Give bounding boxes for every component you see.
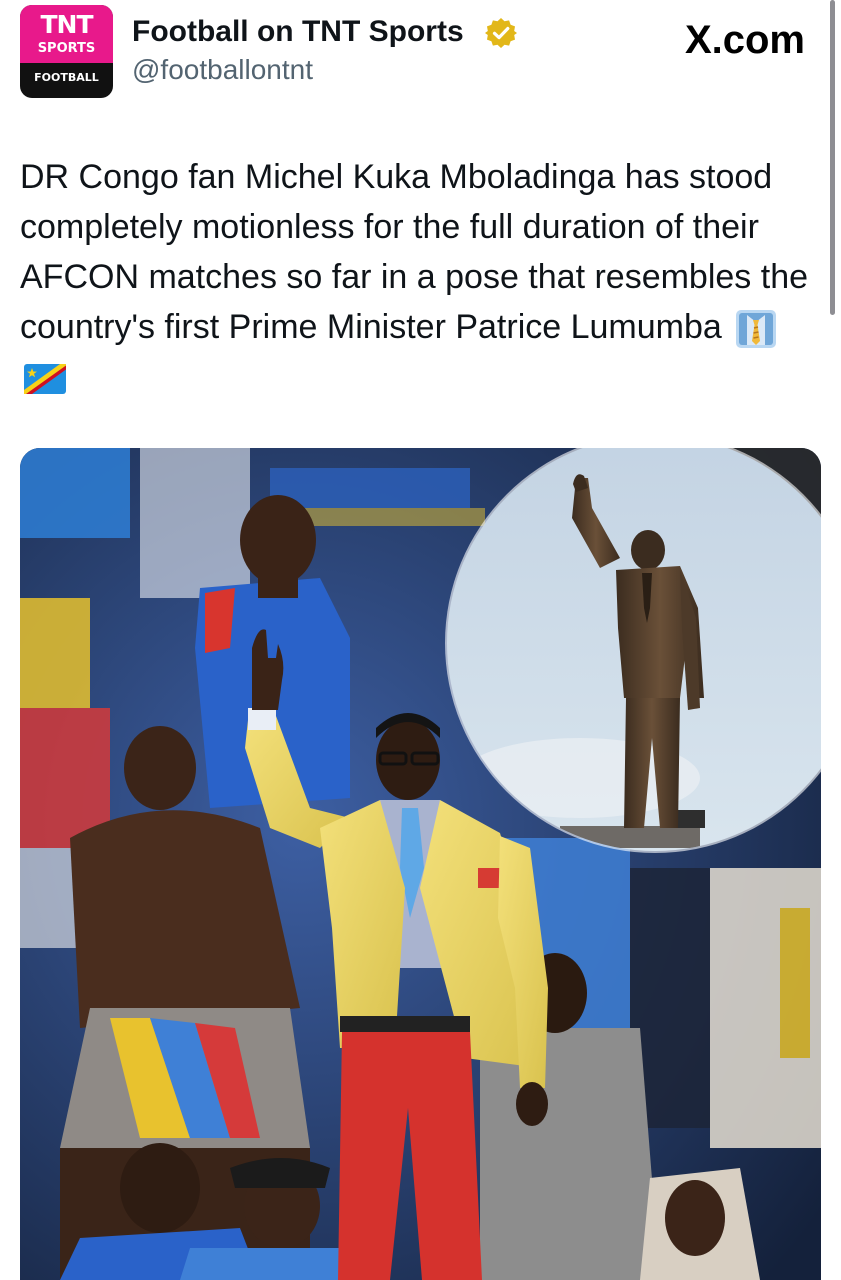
avatar-logo-text: TNT (40, 10, 93, 39)
site-watermark: X.com (684, 18, 805, 62)
display-name[interactable]: Football on TNT Sports (132, 13, 464, 51)
verified-badge-icon (485, 18, 517, 48)
scroll-indicator[interactable] (830, 0, 835, 315)
tweet-body: DR Congo fan Michel Kuka Mboladinga has … (20, 158, 809, 346)
dr-congo-flag-emoji (24, 364, 66, 395)
necktie-shirt-emoji (736, 310, 777, 349)
avatar-logo-subtext: SPORTS (37, 41, 96, 56)
tweet-media-image[interactable] (20, 448, 821, 1280)
user-handle[interactable]: @footballontnt (132, 53, 313, 87)
avatar-logo-caption: FOOTBALL (34, 71, 99, 84)
tweet-header: TNT SPORTS FOOTBALL Football on TNT Spor… (0, 0, 841, 315)
avatar[interactable]: TNT SPORTS FOOTBALL (20, 5, 113, 98)
tweet-text: DR Congo fan Michel Kuka Mboladinga has … (20, 152, 825, 402)
fan-and-statue-photo (20, 448, 821, 1280)
